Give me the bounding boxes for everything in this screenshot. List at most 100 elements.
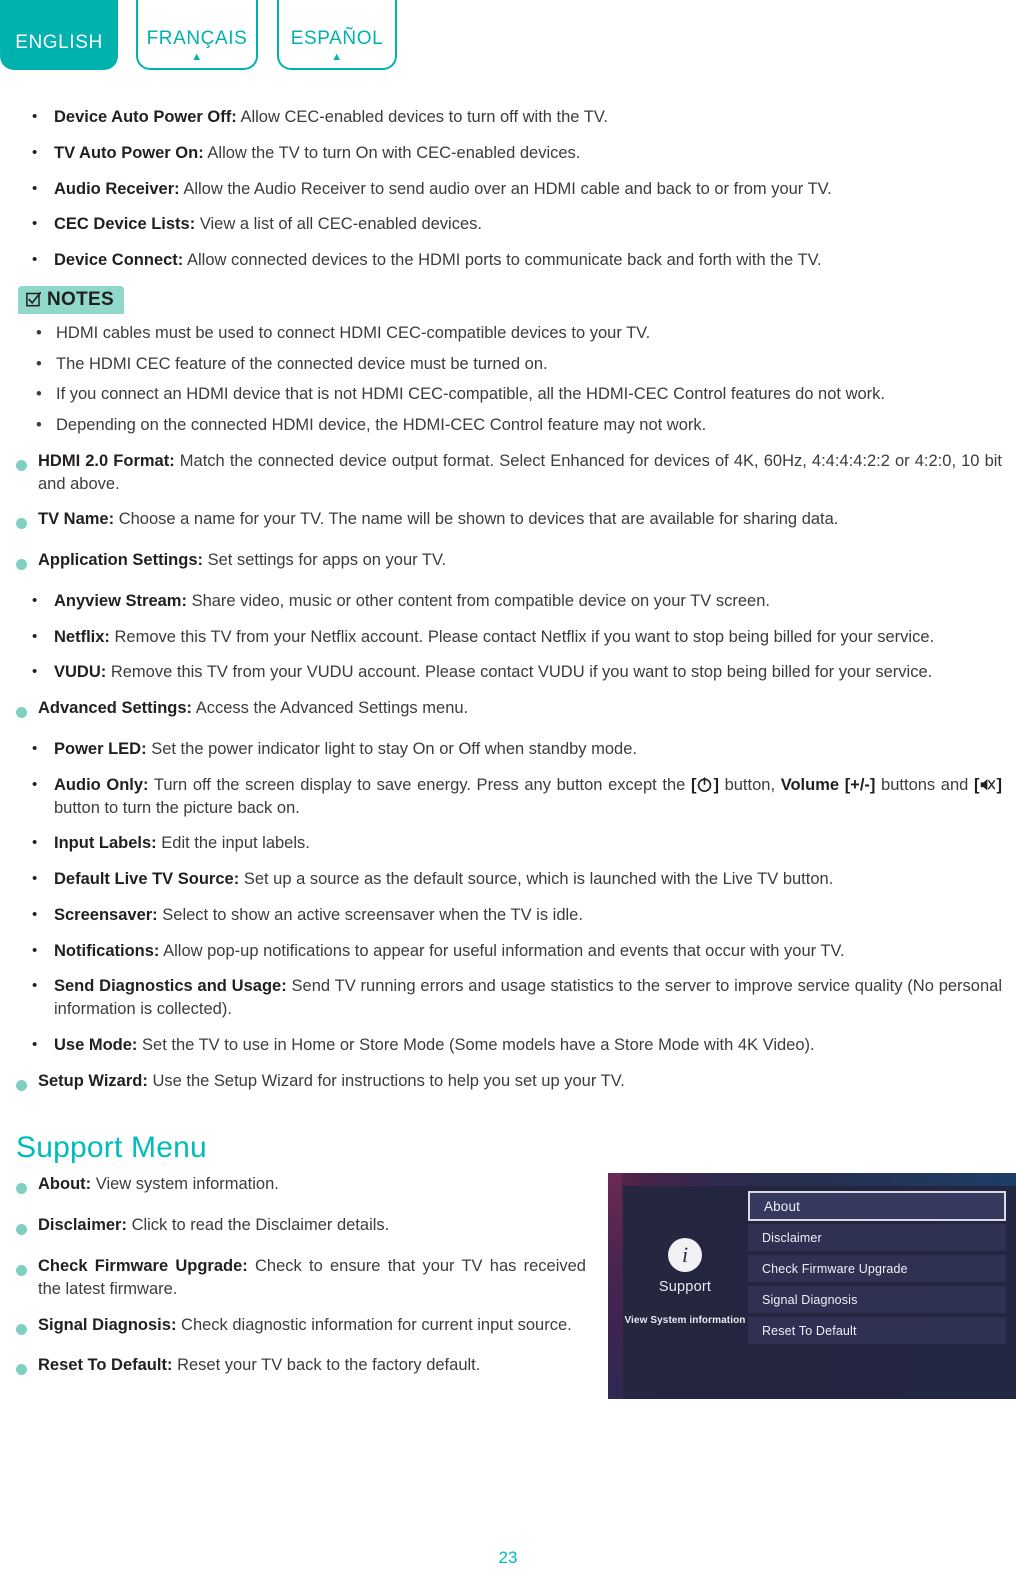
list-item-desc: Allow the TV to turn On with CEC-enabled… — [207, 143, 581, 162]
tv-menu-item-signal-diagnosis[interactable]: Signal Diagnosis — [748, 1286, 1006, 1314]
support-term: Disclaimer: — [38, 1216, 127, 1235]
list-item-term: Input Labels: — [54, 834, 157, 853]
note-item: • Depending on the connected HDMI device… — [16, 414, 1002, 437]
bullet-icon: • — [32, 591, 38, 609]
support-item-signal-diagnosis: Signal Diagnosis: Check diagnostic infor… — [16, 1314, 586, 1342]
teal-dot-icon — [16, 1354, 38, 1382]
bracket-close: ] — [713, 775, 719, 794]
list-item: • Default Live TV Source: Set up a sourc… — [16, 868, 1002, 891]
list-item-term: Netflix: — [54, 627, 110, 646]
list-item-term: Default Live TV Source: — [54, 870, 240, 889]
setting-term: Setup Wizard: — [38, 1071, 148, 1090]
language-tab-francais[interactable]: FRANÇAIS ▲ — [136, 0, 258, 70]
bullet-icon: • — [32, 775, 38, 793]
teal-dot-icon — [16, 549, 38, 577]
support-item-reset-to-default: Reset To Default: Reset your TV back to … — [16, 1354, 586, 1382]
setting-desc: Choose a name for your TV. The name will… — [118, 510, 839, 529]
setting-item-advanced-settings: Advanced Settings: Access the Advanced S… — [16, 697, 1002, 725]
bullet-icon: • — [32, 740, 38, 758]
list-item: • CEC Device Lists: View a list of all C… — [16, 213, 1002, 236]
list-item-term: Screensaver: — [54, 905, 158, 924]
tv-menu-item-check-firmware-upgrade[interactable]: Check Firmware Upgrade — [748, 1255, 1006, 1283]
bullet-icon: • — [32, 627, 38, 645]
note-item-text: HDMI cables must be used to connect HDMI… — [56, 323, 651, 342]
list-item: • Notifications: Allow pop-up notificati… — [16, 940, 1002, 963]
list-item-text: Send Diagnostics and Usage: Send TV runn… — [54, 975, 1002, 1021]
list-item: • Input Labels: Edit the input labels. — [16, 832, 1002, 855]
list-item-term: Anyview Stream: — [54, 591, 187, 610]
bullet-icon: • — [36, 323, 42, 342]
note-item: • The HDMI CEC feature of the connected … — [16, 353, 1002, 376]
list-item-desc: Set the TV to use in Home or Store Mode … — [142, 1035, 815, 1054]
note-item: • HDMI cables must be used to connect HD… — [16, 322, 1002, 345]
list-item-text: Device Auto Power Off: Allow CEC-enabled… — [54, 106, 1002, 129]
setting-item-application-settings: Application Settings: Set settings for a… — [16, 549, 1002, 577]
support-desc: Click to read the Disclaimer details. — [131, 1216, 390, 1235]
support-desc: Reset your TV back to the factory defaul… — [177, 1356, 481, 1375]
setting-term: Application Settings: — [38, 551, 203, 570]
list-item-term: Notifications: — [54, 941, 160, 960]
list-item: • VUDU: Remove this TV from your VUDU ac… — [16, 661, 1002, 684]
bullet-icon: • — [32, 143, 38, 161]
list-item-text: TV Auto Power On: Allow the TV to turn O… — [54, 142, 1002, 165]
audio-only-desc-part3: buttons and — [881, 775, 969, 794]
teal-dot-icon — [16, 1173, 38, 1201]
list-item: • Send Diagnostics and Usage: Send TV ru… — [16, 975, 1002, 1021]
teal-dot-icon — [16, 697, 38, 725]
notes-badge: NOTES — [18, 285, 124, 314]
list-item-text: Notifications: Allow pop-up notification… — [54, 940, 1002, 963]
support-item-text: About: View system information. — [38, 1173, 586, 1196]
list-item-audio-only: • Audio Only: Turn off the screen displa… — [16, 774, 1002, 820]
list-item-term: VUDU: — [54, 663, 107, 682]
page-number: 23 — [498, 1548, 518, 1567]
support-term: About: — [38, 1175, 92, 1194]
language-tab-english[interactable]: ENGLISH — [0, 0, 118, 70]
triangle-up-icon: ▲ — [191, 51, 203, 63]
tv-menu-item-about[interactable]: About — [748, 1191, 1006, 1222]
audio-only-desc-part2: button, — [724, 775, 776, 794]
setting-desc: Use the Setup Wizard for instructions to… — [152, 1071, 625, 1090]
note-item: • If you connect an HDMI device that is … — [16, 383, 1002, 406]
list-item: • Screensaver: Select to show an active … — [16, 904, 1002, 927]
language-tab-espanol[interactable]: ESPAÑOL ▲ — [277, 0, 397, 70]
setting-desc: Access the Advanced Settings menu. — [195, 699, 469, 718]
support-item-text: Check Firmware Upgrade: Check to ensure … — [38, 1255, 586, 1301]
bullet-icon: • — [36, 385, 42, 404]
power-icon — [696, 776, 713, 793]
list-item-desc: Set up a source as the default source, w… — [243, 870, 834, 889]
setting-term: HDMI 2.0 Format: — [38, 451, 175, 470]
support-item-text: Disclaimer: Click to read the Disclaimer… — [38, 1214, 586, 1237]
setting-item-hdmi-format: HDMI 2.0 Format: Match the connected dev… — [16, 450, 1002, 496]
setting-item-text: TV Name: Choose a name for your TV. The … — [38, 508, 1002, 531]
bullet-icon: • — [32, 941, 38, 959]
list-item-desc: Allow CEC-enabled devices to turn off wi… — [240, 108, 608, 126]
setting-desc: Set settings for apps on your TV. — [207, 551, 447, 570]
list-item-text: Use Mode: Set the TV to use in Home or S… — [54, 1034, 1002, 1057]
bullet-icon: • — [32, 215, 38, 233]
list-item-term: Device Connect: — [54, 251, 184, 270]
list-item-text: Device Connect: Allow connected devices … — [54, 249, 1002, 272]
tv-menu-item-reset-to-default[interactable]: Reset To Default — [748, 1317, 1006, 1345]
note-item-text: The HDMI CEC feature of the connected de… — [56, 354, 548, 373]
teal-dot-icon — [16, 1070, 38, 1098]
list-item: • Netflix: Remove this TV from your Netf… — [16, 626, 1002, 649]
setting-term: TV Name: — [38, 510, 115, 529]
bullet-icon: • — [32, 179, 38, 197]
list-item-desc: Remove this TV from your VUDU account. P… — [110, 663, 933, 682]
support-item-disclaimer: Disclaimer: Click to read the Disclaimer… — [16, 1214, 586, 1242]
support-item-check-firmware-upgrade: Check Firmware Upgrade: Check to ensure … — [16, 1255, 586, 1301]
bracket-close: ] — [996, 775, 1002, 794]
bullet-icon: • — [32, 663, 38, 681]
tv-menu-item-disclaimer[interactable]: Disclaimer — [748, 1224, 1006, 1252]
list-item-term: Device Auto Power Off: — [54, 108, 237, 126]
bullet-icon: • — [32, 870, 38, 888]
support-item-text: Reset To Default: Reset your TV back to … — [38, 1354, 586, 1377]
list-item: • Anyview Stream: Share video, music or … — [16, 590, 1002, 613]
list-item: • Use Mode: Set the TV to use in Home or… — [16, 1034, 1002, 1057]
setting-term: Advanced Settings: — [38, 699, 193, 718]
tv-screenshot: i Support View System information About … — [608, 1173, 1016, 1400]
support-desc: View system information. — [95, 1175, 279, 1194]
support-term: Check Firmware Upgrade: — [38, 1256, 248, 1275]
teal-dot-icon — [16, 450, 38, 478]
info-icon: i — [668, 1238, 702, 1273]
